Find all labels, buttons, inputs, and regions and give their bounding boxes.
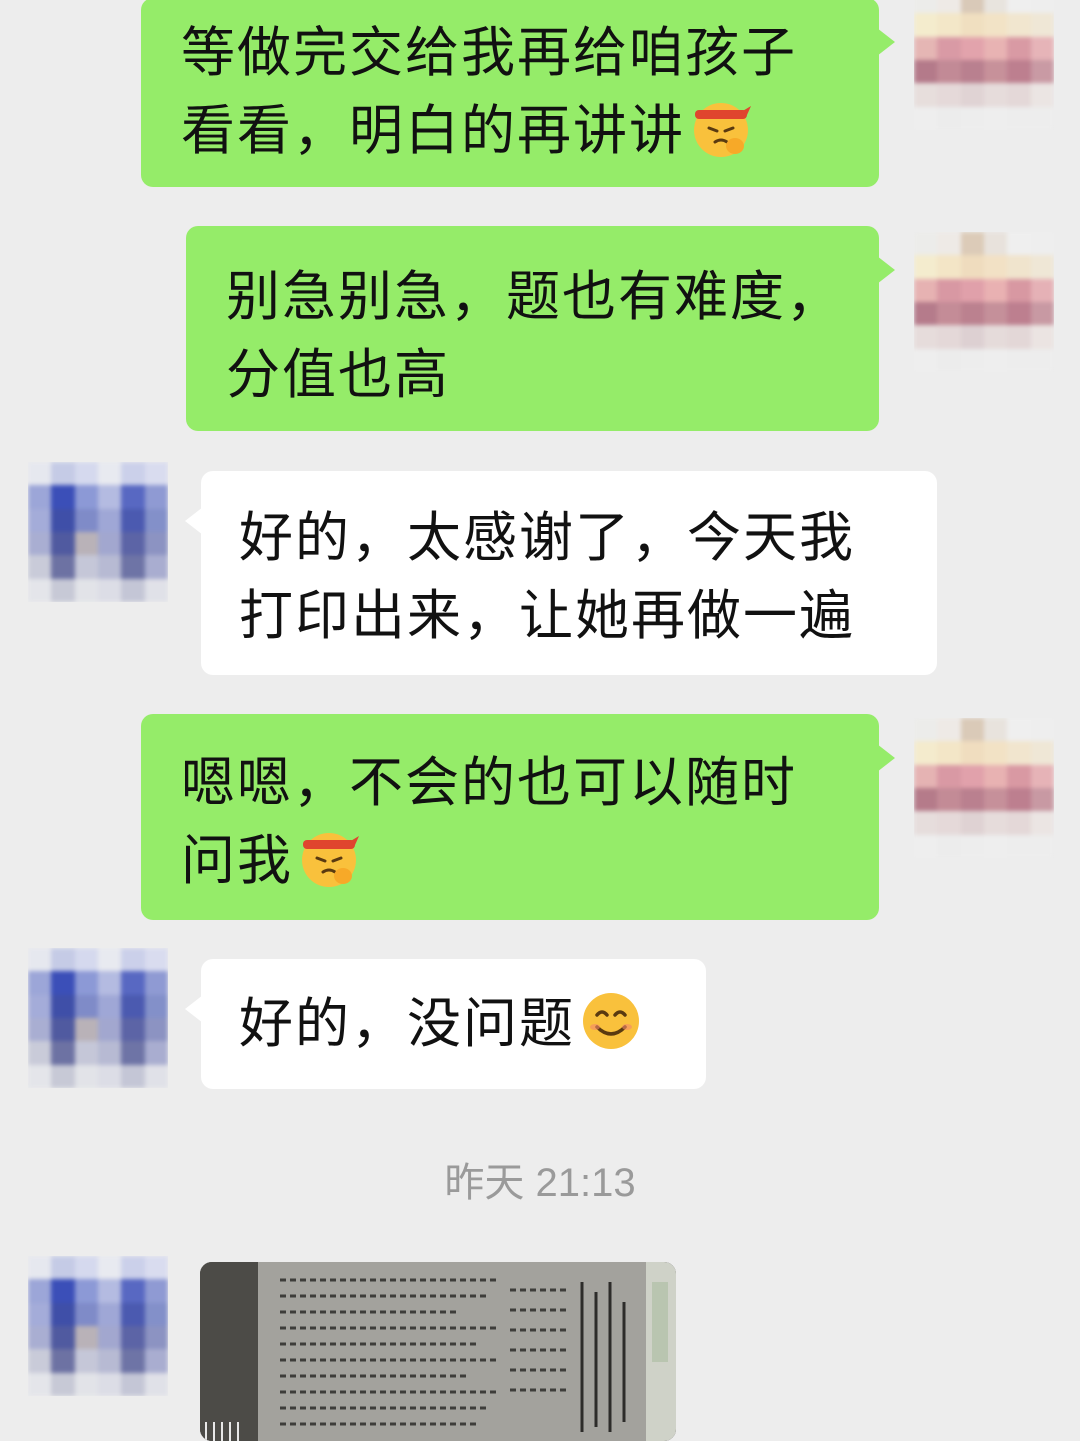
- message-text: 问我: [181, 822, 879, 900]
- message-text: 别急别急，题也有难度，: [226, 265, 842, 328]
- salute-face-emoji-icon: [302, 833, 359, 888]
- message-text: 等做完交给我再给咱孩子: [181, 21, 797, 84]
- message-text: 好的，太感谢了，今天我: [239, 506, 855, 569]
- message-text: 看看，明白的再讲讲: [181, 92, 879, 170]
- message-text: 嗯嗯，不会的也可以随时: [181, 751, 797, 814]
- message-bubble-2[interactable]: 别急别急，题也有难度， 分值也高: [186, 226, 895, 431]
- message-text: 好的，没问题: [239, 985, 706, 1063]
- contact-avatar[interactable]: [28, 948, 168, 1088]
- message-bubble-3[interactable]: 好的，太感谢了，今天我 打印出来，让她再做一遍: [185, 471, 937, 675]
- image-message-worksheet-photo[interactable]: [200, 1262, 676, 1441]
- contact-avatar[interactable]: [28, 1256, 168, 1396]
- my-avatar[interactable]: [914, 718, 1054, 858]
- my-avatar[interactable]: [914, 0, 1054, 130]
- message-text: 分值也高: [226, 343, 450, 406]
- message-bubble-1[interactable]: 等做完交给我再给咱孩子 看看，明白的再讲讲: [141, 0, 895, 187]
- smile-emoji-icon: [583, 993, 639, 1050]
- message-bubble-4[interactable]: 嗯嗯，不会的也可以随时 问我: [141, 714, 895, 920]
- worksheet-photo-image: [200, 1262, 676, 1441]
- contact-avatar[interactable]: [28, 462, 168, 602]
- my-avatar[interactable]: [914, 232, 1054, 372]
- timestamp: 昨天 21:13: [444, 1161, 636, 1205]
- message-text: 打印出来，让她再做一遍: [239, 584, 855, 647]
- message-bubble-5[interactable]: 好的，没问题: [185, 959, 706, 1089]
- salute-face-emoji-icon: [694, 103, 751, 158]
